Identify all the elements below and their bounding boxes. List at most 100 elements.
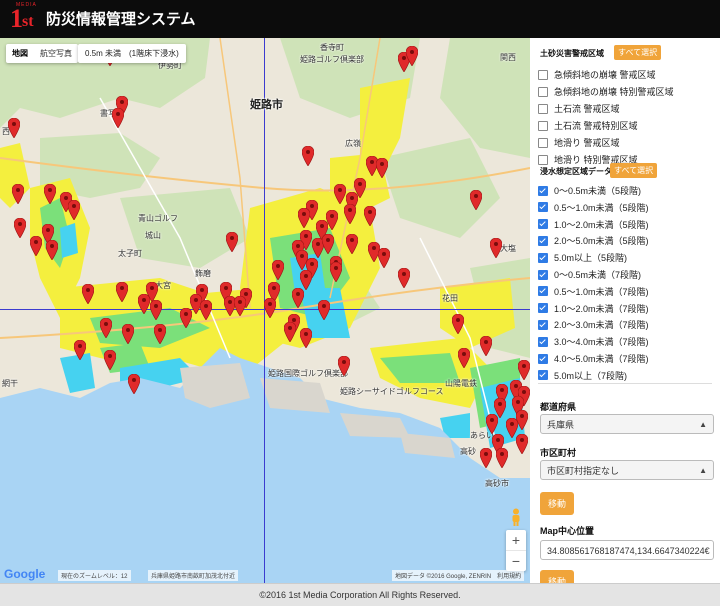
map-marker-icon[interactable]	[406, 46, 418, 66]
map-marker-icon[interactable]	[344, 204, 356, 224]
map-marker-icon[interactable]	[298, 208, 310, 228]
landslide-checkbox-row[interactable]: 急傾斜地の崩壊 特別警戒区域	[538, 85, 674, 98]
landslide-checkbox-row[interactable]: 急傾斜地の崩壊 警戒区域	[538, 68, 656, 81]
landslide-checkbox[interactable]	[538, 120, 548, 131]
map-marker-icon[interactable]	[272, 260, 284, 280]
map-marker-icon[interactable]	[516, 434, 528, 454]
map-type-map[interactable]: 地図	[6, 44, 34, 63]
zoom-out-button[interactable]: −	[506, 550, 526, 571]
landslide-checkbox-row[interactable]: 土石流 警戒区域	[538, 102, 620, 115]
landslide-checkbox-row[interactable]: 地滑り 警戒区域	[538, 136, 620, 149]
map-marker-icon[interactable]	[46, 240, 58, 260]
flood-checkbox[interactable]	[538, 286, 548, 297]
map-marker-icon[interactable]	[284, 322, 296, 342]
map-marker-icon[interactable]	[364, 206, 376, 226]
landslide-checkbox[interactable]	[538, 103, 548, 114]
map-marker-icon[interactable]	[100, 318, 112, 338]
map-marker-icon[interactable]	[234, 296, 246, 316]
map-marker-icon[interactable]	[470, 190, 482, 210]
map-marker-icon[interactable]	[292, 288, 304, 308]
pegman-icon[interactable]	[509, 508, 523, 526]
map-marker-icon[interactable]	[480, 336, 492, 356]
map-marker-icon[interactable]	[12, 184, 24, 204]
city-select[interactable]: 市区町村指定なし ▲	[540, 460, 714, 480]
flood-select-all-button[interactable]: すべて選択	[610, 163, 658, 178]
map-marker-icon[interactable]	[300, 270, 312, 290]
map-marker-icon[interactable]	[452, 314, 464, 334]
map-marker-icon[interactable]	[458, 348, 470, 368]
map-marker-icon[interactable]	[122, 324, 134, 344]
map-marker-icon[interactable]	[200, 300, 212, 320]
flood-checkbox[interactable]	[538, 303, 548, 314]
map-attribution[interactable]: 地図データ ©2016 Google, ZENRIN 利用規約	[392, 570, 525, 581]
landslide-checkbox[interactable]	[538, 86, 548, 97]
map-marker-icon[interactable]	[104, 350, 116, 370]
map-marker-icon[interactable]	[264, 298, 276, 318]
map-marker-icon[interactable]	[318, 300, 330, 320]
flood-checkbox-row[interactable]: 0〜0.5m未満（7段階)	[538, 268, 641, 281]
map-marker-icon[interactable]	[68, 200, 80, 220]
map-marker-icon[interactable]	[496, 448, 508, 468]
flood-checkbox[interactable]	[538, 370, 548, 381]
flood-checkbox-row[interactable]: 3.0〜4.0m未満（7段階)	[538, 335, 649, 348]
map-marker-icon[interactable]	[490, 238, 502, 258]
map-marker-icon[interactable]	[518, 360, 530, 380]
flood-checkbox-row[interactable]: 2.0〜3.0m未満（7段階)	[538, 318, 649, 331]
map-marker-icon[interactable]	[74, 340, 86, 360]
map-marker-icon[interactable]	[44, 184, 56, 204]
landslide-checkbox[interactable]	[538, 137, 548, 148]
map-marker-icon[interactable]	[112, 108, 124, 128]
flood-checkbox[interactable]	[538, 185, 548, 196]
flood-checkbox-row[interactable]: 0〜0.5m未満（5段階)	[538, 184, 641, 197]
flood-checkbox[interactable]	[538, 269, 548, 280]
map-marker-icon[interactable]	[516, 410, 528, 430]
flood-checkbox-row[interactable]: 1.0〜2.0m未満（7段階)	[538, 302, 649, 315]
map-marker-icon[interactable]	[14, 218, 26, 238]
flood-checkbox-row[interactable]: 4.0〜5.0m未満（7段階)	[538, 352, 649, 365]
map-marker-icon[interactable]	[376, 158, 388, 178]
map-type-satellite[interactable]: 航空写真	[34, 44, 78, 63]
map-marker-icon[interactable]	[480, 448, 492, 468]
move-button[interactable]: 移動	[540, 492, 575, 515]
map-marker-icon[interactable]	[8, 118, 20, 138]
flood-checkbox[interactable]	[538, 319, 548, 330]
flood-checkbox[interactable]	[538, 336, 548, 347]
move-center-button[interactable]: 移動	[540, 570, 575, 583]
zoom-in-button[interactable]: +	[506, 530, 526, 550]
map-marker-icon[interactable]	[330, 262, 342, 282]
flood-legend-label[interactable]: 0.5m 未満 (1階床下浸水)	[78, 44, 186, 63]
landslide-checkbox[interactable]	[538, 154, 548, 165]
map-marker-icon[interactable]	[116, 282, 128, 302]
flood-checkbox[interactable]	[538, 235, 548, 246]
map-marker-icon[interactable]	[138, 294, 150, 314]
map-marker-icon[interactable]	[322, 234, 334, 254]
prefecture-select[interactable]: 兵庫県 ▲	[540, 414, 714, 434]
flood-checkbox[interactable]	[538, 353, 548, 364]
map-marker-icon[interactable]	[398, 268, 410, 288]
landslide-checkbox-row[interactable]: 土石流 警戒特別区域	[538, 119, 638, 132]
flood-checkbox-row[interactable]: 0.5〜1.0m未満（7段階)	[538, 285, 649, 298]
map-marker-icon[interactable]	[326, 210, 338, 230]
map-canvas[interactable]: 姫路市 香寺町 伊勢町 書写 姫路ゴルフ倶楽部 姫路国際ゴルフ倶楽部 広嶺 花田…	[0, 38, 530, 583]
map-marker-icon[interactable]	[180, 308, 192, 328]
flood-checkbox-row[interactable]: 5.0m以上（5段階)	[538, 251, 627, 264]
map-center-input[interactable]: 34.808561768187474,134.6647340224€	[540, 540, 714, 560]
map-marker-icon[interactable]	[346, 234, 358, 254]
map-marker-icon[interactable]	[82, 284, 94, 304]
flood-checkbox[interactable]	[538, 219, 548, 230]
flood-checkbox[interactable]	[538, 202, 548, 213]
flood-checkbox-row[interactable]: 0.5〜1.0m未満（5段階)	[538, 201, 649, 214]
map-marker-icon[interactable]	[338, 356, 350, 376]
map-marker-icon[interactable]	[128, 374, 140, 394]
landslide-select-all-button[interactable]: すべて選択	[614, 45, 662, 60]
map-marker-icon[interactable]	[30, 236, 42, 256]
flood-checkbox-row[interactable]: 2.0〜5.0m未満（5段階)	[538, 234, 649, 247]
landslide-checkbox[interactable]	[538, 69, 548, 80]
map-marker-icon[interactable]	[226, 232, 238, 252]
map-marker-icon[interactable]	[302, 146, 314, 166]
map-marker-icon[interactable]	[150, 300, 162, 320]
map-marker-icon[interactable]	[486, 414, 498, 434]
map-marker-icon[interactable]	[300, 328, 312, 348]
map-marker-icon[interactable]	[154, 324, 166, 344]
map-marker-icon[interactable]	[334, 184, 346, 204]
